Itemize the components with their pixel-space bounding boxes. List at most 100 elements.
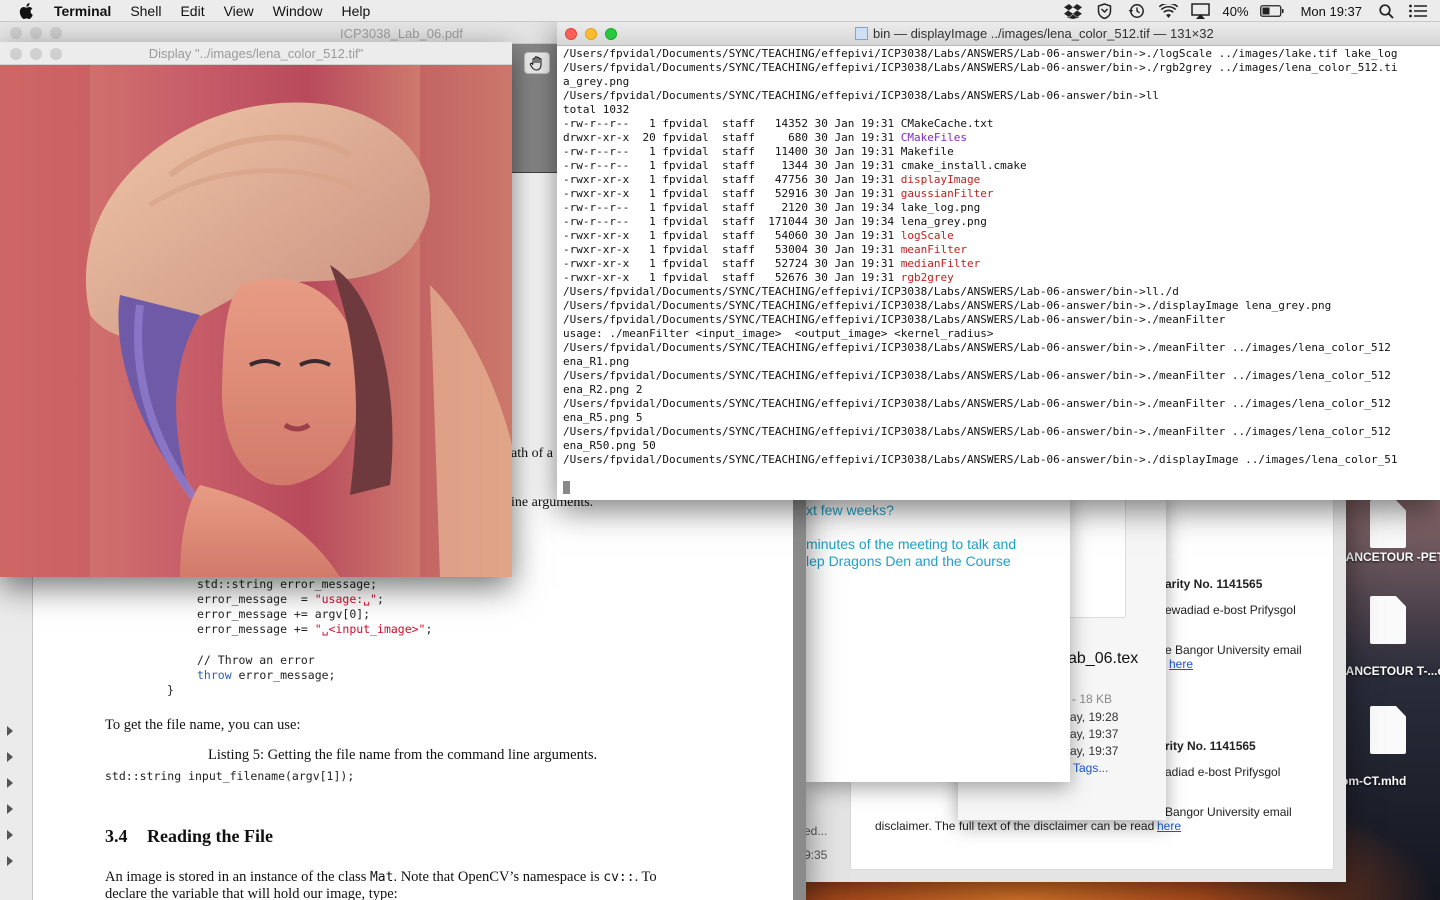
pdf-close-button[interactable] xyxy=(10,27,22,39)
disclosure-arrow[interactable] xyxy=(7,804,13,814)
pdf-text-fragment: ath of a xyxy=(511,446,553,461)
terminal-titlebar[interactable]: bin — displayImage ../images/lena_color_… xyxy=(557,22,1440,46)
menu-edit[interactable]: Edit xyxy=(180,3,204,19)
terminal-line: -rwxr-xr-x 1 fpvidal staff 54060 30 Jan … xyxy=(563,229,954,242)
terminal-zoom-button[interactable] xyxy=(605,28,617,40)
menu-app-terminal[interactable]: Terminal xyxy=(54,3,111,19)
disclosure-arrow[interactable] xyxy=(7,856,13,866)
code-line: std::string input_filename(argv[1]); xyxy=(105,769,355,783)
document-icon xyxy=(1370,500,1406,548)
image-display-window[interactable]: Display "../images/lena_color_512.tif" xyxy=(0,42,512,577)
terminal-line: /Users/fpvidal/Documents/SYNC/TEACHING/e… xyxy=(563,313,1226,326)
disclosure-arrow[interactable] xyxy=(7,752,13,762)
file-created: ay, 19:28 xyxy=(1070,710,1119,724)
mail-link-here-2[interactable]: here xyxy=(1157,819,1181,833)
terminal-prompt[interactable] xyxy=(563,481,1440,495)
disclosure-arrow[interactable] xyxy=(7,726,13,736)
folder-icon xyxy=(855,27,868,40)
terminal-line: ena_R2.png 2 xyxy=(563,383,643,396)
search-icon[interactable] xyxy=(1376,3,1396,19)
battery-percent: 40% xyxy=(1222,3,1249,19)
shield-icon[interactable] xyxy=(1095,3,1115,19)
terminal-minimize-button[interactable] xyxy=(585,28,597,40)
list-icon[interactable] xyxy=(1408,3,1428,19)
note-popup[interactable]: xt few weeks? minutes of the meeting to … xyxy=(806,490,1070,782)
battery-icon[interactable] xyxy=(1259,3,1285,19)
airplay-icon[interactable] xyxy=(1191,3,1211,19)
image-titlebar[interactable]: Display "../images/lena_color_512.tif" xyxy=(0,42,512,65)
dropbox-icon[interactable] xyxy=(1063,3,1083,19)
terminal-line: -rwxr-xr-x 1 fpvidal staff 47756 30 Jan … xyxy=(563,173,981,186)
terminal-line: usage: ./meanFilter <input_image> <outpu… xyxy=(563,327,994,340)
terminal-line: /Users/fpvidal/Documents/SYNC/TEACHING/e… xyxy=(563,285,1179,298)
terminal-window[interactable]: bin — displayImage ../images/lena_color_… xyxy=(557,22,1440,500)
menu-window[interactable]: Window xyxy=(273,3,323,19)
code-line: error_message += argv[0]; xyxy=(197,607,371,621)
terminal-line: -rwxr-xr-x 1 fpvidal staff 52724 30 Jan … xyxy=(563,257,981,270)
terminal-line: /Users/fpvidal/Documents/SYNC/TEACHING/e… xyxy=(563,299,1332,312)
status-menus: 40% Mon 19:37 xyxy=(1063,0,1440,22)
document-icon xyxy=(1370,706,1406,754)
terminal-line: a_grey.png xyxy=(563,75,630,88)
document-icon xyxy=(1370,596,1406,644)
file-modified: ay, 19:37 xyxy=(1070,727,1119,741)
terminal-line: total 1032 xyxy=(563,103,630,116)
desktop-file-label: RANCETOUR -PET.mha xyxy=(1337,550,1440,564)
code-line: std::string error_message; xyxy=(197,577,378,591)
terminal-line: /Users/fpvidal/Documents/SYNC/TEACHING/e… xyxy=(563,341,1391,354)
displayed-image[interactable] xyxy=(0,65,512,577)
file-opened: ay, 19:37 xyxy=(1070,744,1119,758)
clock[interactable]: Mon 19:37 xyxy=(1301,4,1362,19)
pdf-zoom-button[interactable] xyxy=(50,27,62,39)
disclosure-arrow[interactable] xyxy=(7,778,13,788)
terminal-line: /Users/fpvidal/Documents/SYNC/TEACHING/e… xyxy=(563,425,1391,438)
code-line: error_message = "usage:␣"; xyxy=(197,592,384,606)
mail-link-here-1[interactable]: here xyxy=(1169,657,1193,671)
disclosure-arrow[interactable] xyxy=(7,830,13,840)
code-line: throw error_message; xyxy=(197,668,336,682)
mail-charity-1: arity No. 1141565 xyxy=(1165,577,1263,591)
mail-disclaimer: disclaimer. The full text of the disclai… xyxy=(875,819,1155,833)
image-window-title: Display "../images/lena_color_512.tif" xyxy=(148,46,364,61)
desktop-file-label: RANCETOUR T-...cted.mha xyxy=(1337,664,1440,678)
menu-bar: Terminal Shell Edit View Window Help 40%… xyxy=(0,0,1440,22)
pdf-minimize-button[interactable] xyxy=(30,27,42,39)
hand-tool-button[interactable] xyxy=(524,52,550,74)
time-machine-icon[interactable] xyxy=(1127,3,1147,19)
portrait-photo xyxy=(0,65,512,577)
wifi-icon[interactable] xyxy=(1159,3,1179,19)
terminal-line: -rwxr-xr-x 1 fpvidal staff 52676 30 Jan … xyxy=(563,271,954,284)
pdf-paragraph: An image is stored in an instance of the… xyxy=(105,869,657,885)
terminal-line: -rw-r--r-- 1 fpvidal staff 2120 30 Jan 1… xyxy=(563,201,981,214)
note-line: xt few weeks? xyxy=(806,502,894,518)
file-size: - 18 KB xyxy=(1072,692,1113,706)
terminal-line: ena_R1.png xyxy=(563,355,630,368)
code-comment: // Throw an error xyxy=(197,653,315,667)
terminal-line: /Users/fpvidal/Documents/SYNC/TEACHING/e… xyxy=(563,369,1391,382)
menu-view[interactable]: View xyxy=(224,3,254,19)
terminal-close-button[interactable] xyxy=(565,28,577,40)
apple-icon[interactable] xyxy=(18,2,36,20)
terminal-line: ena_R5.png 5 xyxy=(563,411,643,424)
pdf-paragraph: declare the variable that will hold our … xyxy=(105,886,398,900)
terminal-line: /Users/fpvidal/Documents/SYNC/TEACHING/e… xyxy=(563,61,1398,74)
terminal-line: /Users/fpvidal/Documents/SYNC/TEACHING/e… xyxy=(563,397,1391,410)
terminal-line: -rwxr-xr-x 1 fpvidal staff 53004 30 Jan … xyxy=(563,243,967,256)
mail-list-fragment: 9:35 xyxy=(804,848,828,862)
mail-bangor-2: Bangor University email xyxy=(1165,805,1292,819)
menu-help[interactable]: Help xyxy=(341,3,370,19)
mail-welsh-1: ewadiad e-bost Prifysgol xyxy=(1165,603,1296,617)
text-cursor xyxy=(563,481,570,494)
section-number: 3.4 xyxy=(105,826,128,846)
terminal-line: -rw-r--r-- 1 fpvidal staff 14352 30 Jan … xyxy=(563,117,994,130)
mail-list-fragment: ed... xyxy=(804,824,828,838)
terminal-line: ena_R50.png 50 xyxy=(563,439,656,452)
menu-shell[interactable]: Shell xyxy=(130,3,161,19)
terminal-line: /Users/fpvidal/Documents/SYNC/TEACHING/e… xyxy=(563,453,1398,466)
terminal-output[interactable]: /Users/fpvidal/Documents/SYNC/TEACHING/e… xyxy=(563,47,1440,500)
hand-tool-icon xyxy=(529,56,542,71)
terminal-title: bin — displayImage ../images/lena_color_… xyxy=(855,26,1214,41)
code-line: } xyxy=(167,683,174,697)
tags-link[interactable]: Tags... xyxy=(1073,761,1108,775)
